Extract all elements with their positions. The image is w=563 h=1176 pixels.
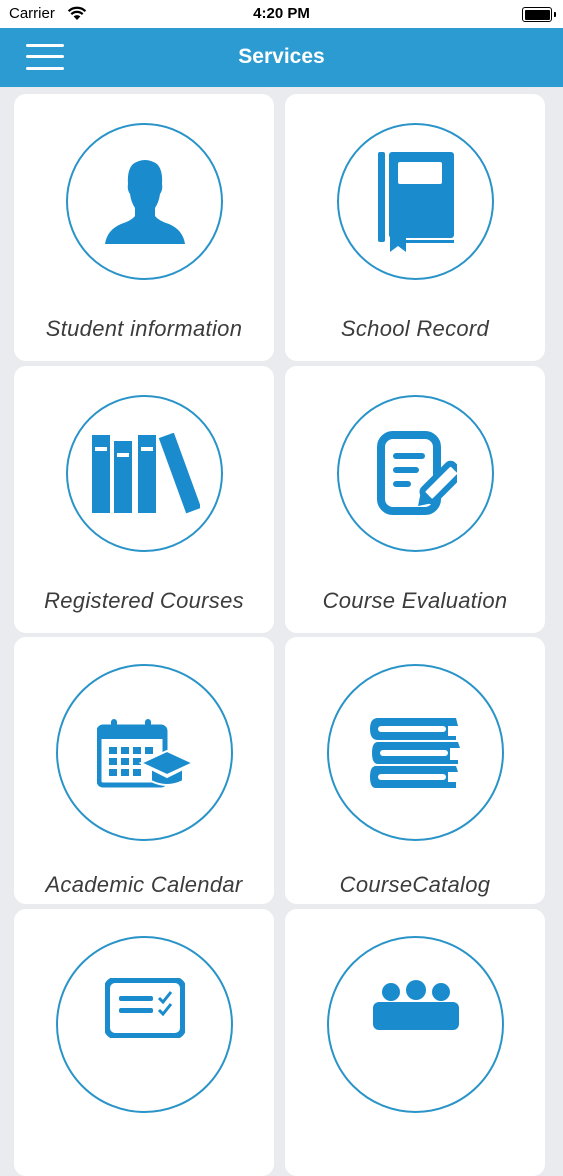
status-bar: Carrier 4:20 PM bbox=[0, 0, 563, 28]
icon-circle bbox=[56, 936, 233, 1113]
service-tile-registered-courses[interactable]: Registered Courses bbox=[14, 366, 274, 633]
icon-circle bbox=[337, 395, 494, 552]
service-label: Academic Calendar bbox=[45, 872, 243, 897]
service-label: CourseCatalog bbox=[339, 872, 491, 897]
service-label: Course Evaluation bbox=[322, 588, 508, 613]
service-tile-course-evaluation[interactable]: Course Evaluation bbox=[285, 366, 545, 633]
nav-bar: Services bbox=[0, 28, 563, 87]
service-tile-checklist[interactable] bbox=[14, 909, 274, 1176]
service-label: School Record bbox=[340, 316, 490, 341]
service-label: Registered Courses bbox=[44, 588, 244, 613]
page-title: Services bbox=[238, 45, 325, 68]
icon-circle bbox=[327, 664, 504, 841]
status-time: 4:20 PM bbox=[253, 5, 310, 22]
service-tile-student-information[interactable]: Student information bbox=[14, 94, 274, 361]
service-tile-school-record[interactable]: School Record bbox=[285, 94, 545, 361]
service-tile-course-catalog[interactable]: CourseCatalog bbox=[285, 637, 545, 904]
edit-document-icon bbox=[376, 430, 457, 515]
group-icon bbox=[372, 980, 459, 1030]
calendar-graduation-icon bbox=[96, 718, 193, 787]
battery-icon bbox=[522, 7, 556, 22]
icon-circle bbox=[66, 123, 223, 280]
book-stack-icon bbox=[369, 717, 460, 788]
icon-circle bbox=[56, 664, 233, 841]
checklist-icon bbox=[104, 978, 185, 1038]
service-label: Student information bbox=[45, 316, 243, 341]
icon-circle bbox=[66, 395, 223, 552]
icon-circle bbox=[327, 936, 504, 1113]
person-icon bbox=[104, 159, 185, 244]
service-tile-group[interactable] bbox=[285, 909, 545, 1176]
icon-circle bbox=[337, 123, 494, 280]
service-tile-academic-calendar[interactable]: Academic Calendar bbox=[14, 637, 274, 904]
books-icon bbox=[91, 432, 200, 513]
book-icon bbox=[377, 151, 454, 252]
